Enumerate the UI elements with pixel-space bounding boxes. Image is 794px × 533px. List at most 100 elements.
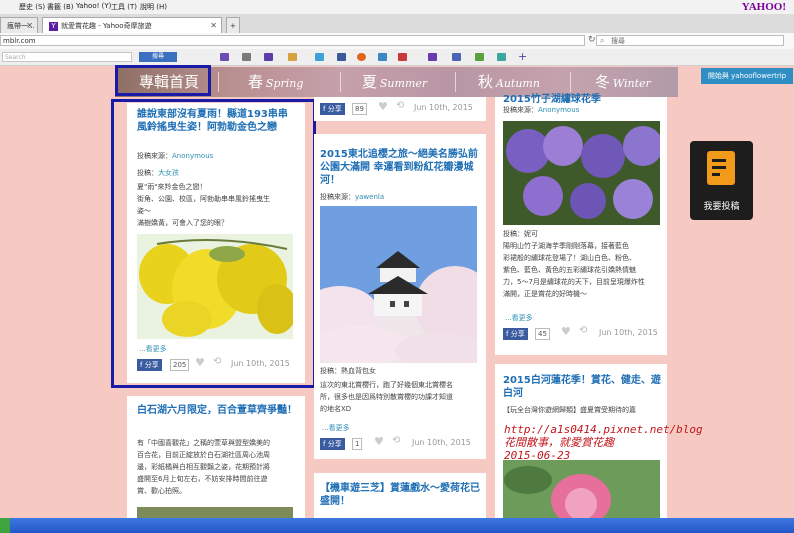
- post-card[interactable]: 2015東北追櫻之旅～絕美名勝弘前公園大滿開 幸運看到粉紅花瓣漫城河！ 投稿來源…: [314, 134, 486, 459]
- blog-watermark: http://a1s0414.pixnet.net/blog 花間散事，就愛賞花…: [504, 423, 703, 462]
- post-date: Jun 10th, 2015: [599, 328, 658, 337]
- toolbar-search-button[interactable]: 搜尋: [139, 52, 177, 62]
- post-card[interactable]: 白石湖六月限定，百合萱草齊爭豔！ 有「中國喜觀花」之稱的萱草與盟型嬌美的 百合花…: [127, 396, 305, 518]
- close-icon[interactable]: ✕: [26, 18, 33, 33]
- share-count: 45: [535, 328, 550, 340]
- nav-divider: [570, 72, 571, 92]
- tab-label: 就愛賞花趣 - Yahoo奇摩旅遊: [61, 22, 152, 30]
- nav-divider: [455, 72, 456, 92]
- toolbar-search-input[interactable]: Search: [2, 52, 132, 62]
- post-excerpt: 這次的東北賞櫻行，跑了好幾個東北賞櫻名 所，很多也是因爲特別散賞櫻的功課才知道 …: [320, 381, 453, 413]
- start-with-button[interactable]: 開始與 yahooflowertrip: [701, 68, 793, 84]
- post-poster: 投稿：熱血背包女: [320, 367, 376, 375]
- author-link[interactable]: yawenla: [355, 193, 384, 201]
- nav-label-en: Summer: [379, 77, 428, 90]
- toolbar-app-icon[interactable]: [428, 53, 437, 61]
- post-title[interactable]: 2015東北追櫻之旅～絕美名勝弘前公園大滿開 幸運看到粉紅花瓣漫城河！: [320, 148, 480, 187]
- author-link[interactable]: Anonymous: [538, 106, 579, 114]
- nav-label: 秋: [478, 73, 494, 91]
- repost-icon[interactable]: ⟲: [579, 325, 587, 336]
- facebook-share-button[interactable]: f 分享: [320, 103, 345, 115]
- nav-summer[interactable]: 夏 Summer: [362, 67, 427, 97]
- heart-icon[interactable]: ♥: [561, 325, 571, 338]
- tab-bar: 瘋帶一... ✕ Y 就愛賞花趣 - Yahoo奇摩旅遊 ✕ +: [0, 14, 794, 33]
- toolbar-app-icon[interactable]: [288, 53, 297, 61]
- facebook-icon[interactable]: [337, 53, 346, 61]
- nav-divider: [340, 72, 341, 92]
- post-card[interactable]: 【機車遊三芝】賞蓮戲水～愛荷花已盛開！: [314, 473, 486, 518]
- nav-label-en: Winter: [612, 77, 651, 90]
- yahoo-favicon-icon: Y: [49, 21, 58, 31]
- toolbar-app-icon[interactable]: [378, 53, 387, 61]
- post-card[interactable]: 2015竹子湖繡球花季 投稿來源：Anonymous 投稿：妮可 陽明山竹子湖海…: [495, 94, 667, 355]
- menu-help[interactable]: 說明 (H): [140, 2, 167, 12]
- read-more-link[interactable]: ...看更多: [322, 423, 350, 433]
- toolbar-app-icon[interactable]: [242, 53, 251, 61]
- heart-icon[interactable]: ♥: [374, 435, 384, 448]
- post-title[interactable]: 2015白河蓮花季！賞花、健走、遊白河: [503, 374, 663, 400]
- tab-active[interactable]: Y 就愛賞花趣 - Yahoo奇摩旅遊 ✕: [42, 17, 222, 33]
- post-card[interactable]: f 分享 89 ♥ ⟲ Jun 10th, 2015: [314, 97, 486, 121]
- close-icon[interactable]: ✕: [210, 18, 217, 33]
- repost-icon[interactable]: ⟲: [396, 100, 404, 111]
- nav-label: 夏: [362, 73, 378, 91]
- post-excerpt: 有「中國喜觀花」之稱的萱草與盟型嬌美的 百合花，目前正綻放於白石湖社區周心池周 …: [137, 439, 270, 495]
- post-date: Jun 10th, 2015: [414, 103, 473, 112]
- facebook-share-button[interactable]: f 分享: [320, 438, 345, 450]
- facebook-share-button[interactable]: f 分享: [503, 328, 528, 340]
- repost-icon[interactable]: ⟲: [392, 435, 400, 446]
- share-count: 1: [352, 438, 363, 450]
- nav-label-en: Autumn: [495, 77, 540, 90]
- os-taskbar: [0, 518, 794, 533]
- menu-history[interactable]: 歷史 (S): [19, 2, 45, 12]
- post-title[interactable]: 【機車遊三芝】賞蓮戲水～愛荷花已盛開！: [320, 482, 480, 508]
- toolbar-app-icon[interactable]: [315, 53, 324, 61]
- toolbar-app-icon[interactable]: [475, 53, 484, 61]
- edit-note-icon: [707, 151, 735, 185]
- search-icon: ⌕: [600, 36, 605, 45]
- submit-label: 我要投稿: [703, 202, 740, 212]
- post-excerpt: 陽明山竹子湖海芋季剛剛落幕，接著藍色 彩裙般的繡球花登場了！湖山白色、粉色、 紫…: [503, 242, 645, 298]
- nav-label: 冬: [595, 73, 611, 91]
- browser-search-input[interactable]: ⌕ 搜尋: [596, 35, 784, 46]
- post-image-lotus[interactable]: [503, 460, 660, 518]
- nav-divider: [218, 72, 219, 92]
- submit-post-button[interactable]: 我要投稿: [690, 141, 753, 220]
- nav-spring[interactable]: 春 Spring: [248, 67, 303, 97]
- post-image-hirosaki-castle[interactable]: [320, 206, 477, 363]
- new-tab-button[interactable]: +: [226, 17, 240, 33]
- menu-tools[interactable]: 工具 (T): [111, 2, 137, 12]
- post-source: 投稿來源：Anonymous: [503, 106, 580, 114]
- toolbar-app-icon[interactable]: [497, 53, 506, 61]
- post-title[interactable]: 白石湖六月限定，百合萱草齊爭豔！: [137, 404, 297, 417]
- toolbar-app-icon[interactable]: [220, 53, 229, 61]
- home-highlight-box: [115, 65, 211, 96]
- menu-yahoo[interactable]: Yahoo! (Y): [76, 2, 111, 10]
- nav-label-en: Spring: [265, 77, 304, 90]
- post-poster: 投稿：妮可: [503, 230, 538, 238]
- nav-label: 春: [248, 73, 264, 91]
- address-bar: mblr.com ↻ ⌕ 搜尋: [0, 33, 794, 50]
- heart-icon[interactable]: ♥: [378, 100, 388, 113]
- yahoo-toolbar: Search 搜尋 +: [0, 49, 794, 66]
- toolbar-app-icon[interactable]: [398, 53, 407, 61]
- refresh-icon[interactable]: ↻: [588, 35, 596, 45]
- add-icon[interactable]: +: [518, 50, 527, 63]
- post-image[interactable]: [137, 507, 293, 518]
- yahoo-logo: YAHOO!: [741, 1, 786, 13]
- toolbar-app-icon[interactable]: [357, 53, 366, 61]
- share-count: 89: [352, 103, 367, 115]
- mail-icon[interactable]: [264, 53, 273, 61]
- post-excerpt: 【玩全台灣你遊網歸類】盛夏賞受期待的嘉: [503, 406, 636, 414]
- post-source: 投稿來源：yawenla: [320, 193, 385, 201]
- start-button[interactable]: [0, 518, 10, 533]
- search-placeholder: 搜尋: [611, 37, 625, 45]
- menu-bookmarks[interactable]: 書籤 (B): [47, 2, 74, 12]
- address-input[interactable]: mblr.com: [0, 35, 585, 46]
- card-highlight-box: [111, 99, 316, 388]
- read-more-link[interactable]: ...看更多: [505, 313, 533, 323]
- tab-1[interactable]: 瘋帶一... ✕: [0, 17, 38, 33]
- menu-bar: 歷史 (S) 書籤 (B) Yahoo! (Y) 工具 (T) 說明 (H) Y…: [0, 0, 794, 15]
- post-image-hydrangea[interactable]: [503, 121, 660, 225]
- toolbar-app-icon[interactable]: [452, 53, 461, 61]
